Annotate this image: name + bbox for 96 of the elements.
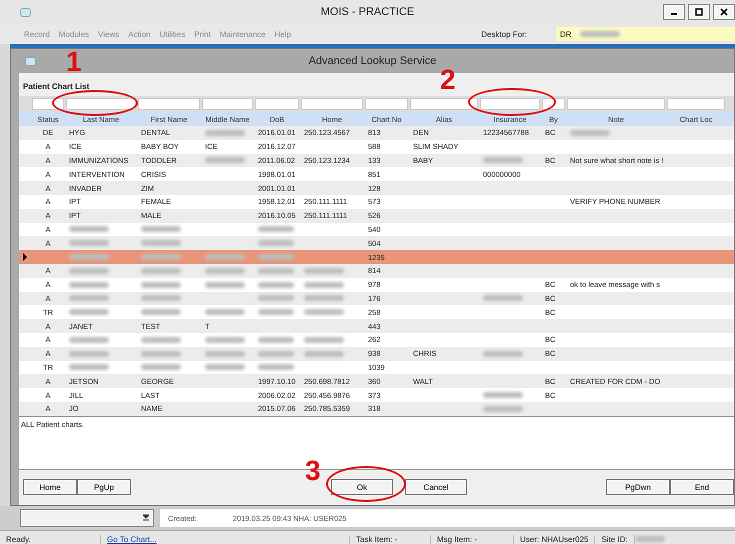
blurred-text bbox=[205, 309, 245, 316]
blurred-text bbox=[141, 240, 181, 246]
filter-field[interactable] bbox=[567, 98, 665, 110]
blurred-text bbox=[304, 268, 344, 274]
blurred-text bbox=[141, 350, 181, 357]
blurred-text bbox=[258, 240, 294, 246]
annotation-number: 3 bbox=[305, 457, 321, 485]
blurred-text bbox=[304, 309, 344, 316]
dialog-title: Advanced Lookup Service bbox=[308, 55, 436, 67]
filter-field[interactable] bbox=[66, 98, 136, 110]
close-button[interactable] bbox=[713, 4, 735, 20]
blurred-text bbox=[258, 309, 294, 316]
blurred-text bbox=[258, 336, 294, 343]
blurred-text bbox=[258, 282, 294, 288]
filter-field[interactable] bbox=[138, 98, 200, 110]
blurred-text bbox=[205, 336, 245, 343]
blurred-text bbox=[69, 295, 109, 302]
task-item-text: Task Item: - bbox=[356, 534, 398, 544]
app-icon bbox=[20, 8, 31, 16]
filter-field[interactable] bbox=[202, 98, 253, 110]
blurred-text bbox=[141, 364, 181, 370]
nav-button[interactable]: PgDwn bbox=[606, 479, 670, 496]
minimize-button[interactable] bbox=[663, 4, 685, 20]
blurred-text bbox=[258, 226, 294, 232]
blurred-text bbox=[483, 350, 523, 357]
blurred-text bbox=[141, 295, 181, 302]
blurred-text bbox=[483, 157, 523, 164]
blurred-text bbox=[69, 309, 109, 316]
blurred-text bbox=[69, 364, 109, 370]
site-id-label: Site ID: bbox=[601, 534, 628, 544]
dropdown[interactable] bbox=[20, 509, 154, 527]
go-to-chart-link[interactable]: Go To Chart... bbox=[107, 534, 157, 544]
msg-item-text: Msg Item: - bbox=[437, 534, 478, 544]
blurred-text bbox=[205, 254, 245, 260]
blurred-text bbox=[205, 364, 245, 370]
blurred-text bbox=[69, 240, 109, 246]
blurred-text bbox=[69, 282, 109, 288]
blurred-text bbox=[205, 268, 245, 274]
blurred-text bbox=[69, 350, 109, 357]
blurred-text bbox=[69, 268, 109, 274]
maximize-button[interactable] bbox=[688, 4, 710, 20]
user-text: User: NHAUser025 bbox=[520, 534, 588, 544]
blurred-text bbox=[570, 130, 610, 136]
blurred-text bbox=[258, 350, 294, 357]
filter-field[interactable] bbox=[301, 98, 363, 110]
blurred-text bbox=[304, 282, 344, 288]
annotation-number: 1 bbox=[66, 48, 82, 76]
blurred-text bbox=[141, 309, 181, 316]
blurred-text bbox=[258, 254, 294, 260]
blurred-text bbox=[483, 406, 523, 412]
blurred-text bbox=[141, 268, 181, 274]
blurred-text bbox=[141, 336, 181, 343]
filter-field[interactable] bbox=[255, 98, 299, 110]
blurred-text bbox=[258, 364, 294, 370]
blurred-text bbox=[205, 350, 245, 357]
maximize-icon bbox=[695, 8, 703, 16]
blurred-text bbox=[258, 295, 294, 302]
filter-field[interactable] bbox=[365, 98, 408, 110]
dropdown-arrow-icon bbox=[143, 513, 149, 523]
desktop-field[interactable]: DR bbox=[556, 27, 735, 41]
dialog-button[interactable]: Cancel bbox=[405, 479, 467, 496]
blurred-text bbox=[141, 226, 181, 232]
filter-field[interactable] bbox=[542, 98, 565, 110]
close-icon bbox=[720, 8, 728, 16]
filter-field[interactable] bbox=[32, 98, 64, 110]
row-pointer-icon bbox=[22, 253, 28, 262]
nav-button[interactable]: End bbox=[670, 479, 734, 496]
blurred-text bbox=[205, 130, 245, 136]
blurred-text bbox=[580, 31, 620, 37]
blurred-text bbox=[69, 254, 109, 260]
filter-field[interactable] bbox=[667, 98, 725, 110]
blurred-text bbox=[304, 295, 344, 302]
blurred-text bbox=[483, 295, 523, 302]
filter-field[interactable] bbox=[410, 98, 478, 110]
nav-button[interactable]: Home bbox=[23, 479, 77, 496]
annotation-number: 2 bbox=[440, 66, 456, 94]
window-title: MOIS - PRACTICE bbox=[320, 6, 414, 18]
blurred-text bbox=[69, 226, 109, 232]
blurred-text bbox=[258, 268, 294, 274]
blurred-text bbox=[483, 392, 523, 398]
desktop-value: DR bbox=[560, 30, 572, 38]
dialog-button[interactable]: Ok bbox=[331, 479, 393, 496]
blurred-text bbox=[634, 536, 665, 542]
blurred-text bbox=[141, 254, 181, 260]
status-text: Ready. bbox=[6, 534, 31, 544]
blurred-text bbox=[141, 282, 181, 288]
section-label: Patient Chart List bbox=[23, 82, 90, 91]
blurred-text bbox=[205, 157, 245, 164]
blurred-text bbox=[304, 350, 344, 357]
blurred-text bbox=[69, 336, 109, 343]
blurred-text bbox=[205, 282, 245, 288]
app-icon bbox=[25, 56, 36, 66]
filter-field[interactable] bbox=[480, 98, 540, 110]
nav-button[interactable]: PgUp bbox=[77, 479, 131, 496]
desktop-label: Desktop For: bbox=[481, 30, 527, 38]
blurred-text bbox=[304, 336, 344, 343]
